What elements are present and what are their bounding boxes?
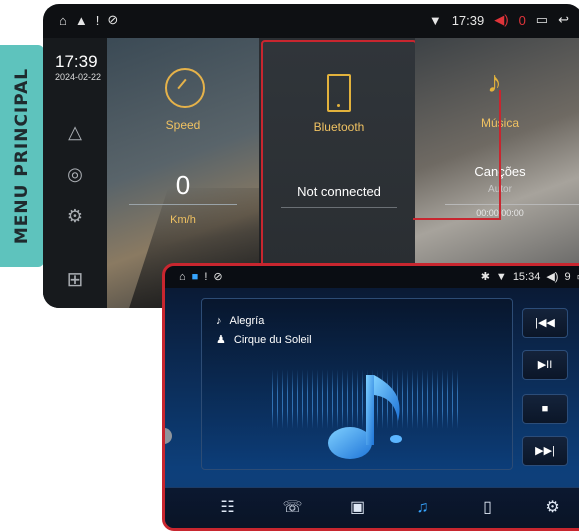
bottom-nav-bar: ☷ ☏ ▣ ♫ ▯ ⚙ bbox=[165, 487, 579, 528]
front-status-time: 15:34 bbox=[512, 270, 541, 283]
back-status-volume: 0 bbox=[518, 12, 526, 28]
wifi-icon: ▼ bbox=[495, 270, 507, 283]
track-artist: Cirque du Soleil bbox=[233, 333, 312, 346]
music-icon[interactable]: ♫ bbox=[411, 496, 435, 520]
speed-value: 0 bbox=[175, 170, 191, 200]
music-label: Música bbox=[415, 116, 579, 130]
volume-icon: ◀) bbox=[494, 12, 509, 27]
music-player: ♪ Alegría ♟ Cirque du Soleil bbox=[201, 298, 513, 470]
bluetooth-status: Not connected bbox=[297, 184, 381, 199]
phone-link-icon[interactable]: ▯ bbox=[476, 496, 500, 520]
track-title: Alegría bbox=[229, 315, 265, 327]
front-status-bar: ⌂ ■ ! ⊘ ✱ ▼ 15:34 ◀) 9 ▭ bbox=[165, 266, 579, 288]
compass-icon[interactable]: ◎ bbox=[63, 162, 87, 186]
bluetooth-divider bbox=[281, 207, 397, 208]
front-status-volume: 9 bbox=[564, 270, 571, 283]
next-button[interactable]: ▶▶| bbox=[522, 436, 568, 466]
speedometer-icon bbox=[165, 68, 205, 108]
navigation-arrow-icon[interactable]: △ bbox=[63, 120, 87, 144]
back-status-time: 17:39 bbox=[451, 12, 485, 28]
front-screen: ♪ Alegría ♟ Cirque du Soleil |◀◀ ▶II ■ ▶… bbox=[165, 288, 579, 528]
bluetooth-label: Bluetooth bbox=[313, 120, 365, 134]
home-icon[interactable]: ⌂ bbox=[59, 13, 67, 28]
usb-icon: ! bbox=[204, 270, 208, 283]
volume-knob[interactable] bbox=[165, 428, 172, 444]
settings-icon[interactable]: ⚙ bbox=[541, 496, 565, 520]
track-row: ♪ Alegría bbox=[216, 315, 264, 327]
phone-icon[interactable]: ☏ bbox=[281, 496, 305, 520]
front-device: ⌂ ■ ! ⊘ ✱ ▼ 15:34 ◀) 9 ▭ ♪ Alegría ♟ Cir… bbox=[162, 263, 579, 531]
bluetooth-icon: ✱ bbox=[480, 271, 490, 283]
bluetooth-panel[interactable]: Bluetooth Not connected bbox=[261, 40, 417, 274]
gps-icon: ⊘ bbox=[107, 12, 119, 27]
apps-icon[interactable]: ☷ bbox=[216, 496, 240, 520]
side-tab-label: MENU PRINCIPAL bbox=[12, 67, 32, 245]
left-rail: 17:39 2024-02-22 △ ◎ ⚙ ⊞ bbox=[43, 38, 107, 308]
apps-grid-icon[interactable]: ⊞ bbox=[63, 268, 87, 292]
gps-icon: ⊘ bbox=[213, 271, 223, 283]
recent-apps-icon[interactable]: ▭ bbox=[536, 12, 548, 28]
volume-icon: ◀) bbox=[546, 271, 559, 283]
play-pause-button[interactable]: ▶II bbox=[522, 350, 568, 380]
highlight-connector-vertical bbox=[499, 90, 501, 220]
music-progress-line bbox=[445, 204, 579, 205]
speed-unit: Km/h bbox=[170, 214, 196, 226]
music-song: Canções bbox=[415, 164, 579, 179]
artist-icon: ♟ bbox=[216, 334, 226, 346]
stop-button[interactable]: ■ bbox=[522, 394, 568, 424]
music-time: 00:00/00:00 bbox=[415, 208, 579, 218]
artist-row: ♟ Cirque du Soleil bbox=[216, 333, 312, 347]
back-status-bar: ⌂ ▲ ! ⊘ ▼ 17:39 ◀) 0 ▭ ↩ bbox=[43, 4, 579, 38]
speed-label: Speed bbox=[165, 118, 201, 132]
settings-gear-icon[interactable]: ⚙ bbox=[63, 204, 87, 228]
notification-icon: ■ bbox=[191, 270, 199, 283]
notification-icon: ▲ bbox=[74, 12, 88, 28]
previous-button[interactable]: |◀◀ bbox=[522, 308, 568, 338]
highlight-connector bbox=[413, 218, 501, 220]
rail-clock: 17:39 bbox=[55, 52, 98, 71]
back-arrow-icon[interactable]: ↩ bbox=[558, 12, 569, 28]
rail-date: 2024-02-22 bbox=[55, 72, 102, 82]
speed-divider bbox=[129, 204, 237, 205]
phone-icon bbox=[327, 74, 351, 112]
music-artist: Autor bbox=[415, 184, 579, 195]
home-icon[interactable]: ⌂ bbox=[179, 271, 186, 283]
usb-icon: ! bbox=[95, 12, 100, 28]
wifi-icon: ▼ bbox=[428, 12, 442, 28]
big-music-note-icon bbox=[328, 375, 402, 459]
contacts-icon[interactable]: ▣ bbox=[346, 496, 370, 520]
music-note-icon: ♪ bbox=[216, 315, 222, 327]
